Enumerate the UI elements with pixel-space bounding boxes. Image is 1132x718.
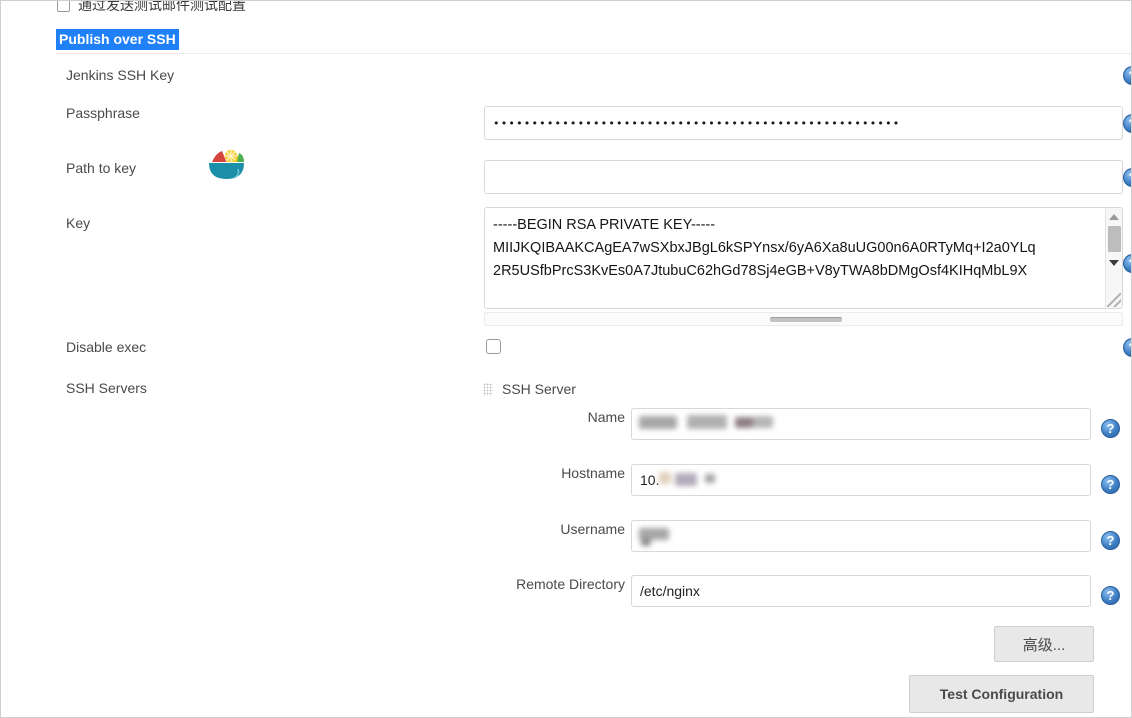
- help-icon-hostname[interactable]: ?: [1101, 475, 1120, 494]
- help-icon[interactable]: ?: [1123, 114, 1131, 133]
- ssh-server-hostname-label: Hostname: [561, 465, 625, 481]
- help-icon[interactable]: ?: [1123, 168, 1131, 187]
- page-title: Publish over SSH: [56, 29, 179, 50]
- test-config-by-email-checkbox[interactable]: [57, 1, 70, 12]
- passphrase-label: Passphrase: [66, 105, 140, 121]
- ssh-server-remote-directory-label: Remote Directory: [516, 576, 625, 592]
- scroll-up-arrow-icon[interactable]: [1109, 214, 1119, 220]
- help-icon-name[interactable]: ?: [1101, 419, 1120, 438]
- publish-over-ssh-config-page: 通过发送测试邮件测试配置 Publish over SSH Jenkins SS…: [0, 0, 1132, 718]
- scroll-down-arrow-icon[interactable]: [1109, 260, 1119, 266]
- advanced-button[interactable]: 高级...: [994, 626, 1094, 662]
- help-icon-remote-directory[interactable]: ?: [1101, 586, 1120, 605]
- key-horizontal-scrollbar[interactable]: [484, 312, 1123, 326]
- ssh-server-panel-header: SSH Server: [483, 381, 576, 397]
- test-config-by-email-row[interactable]: 通过发送测试邮件测试配置: [57, 0, 246, 15]
- help-icon-jenkins-ssh-key-clip[interactable]: ?: [1123, 66, 1131, 86]
- help-icon[interactable]: ?: [1123, 338, 1131, 357]
- help-icon-username[interactable]: ?: [1101, 531, 1120, 550]
- horizontal-scrollbar-thumb[interactable]: [770, 317, 842, 322]
- ssh-server-username-input[interactable]: [631, 520, 1091, 552]
- ssh-server-username-label: Username: [560, 521, 625, 537]
- disable-exec-label: Disable exec: [66, 339, 147, 355]
- path-to-key-label: Path to key: [66, 160, 137, 176]
- ssh-server-hostname-input[interactable]: [631, 464, 1091, 496]
- drag-grip-icon[interactable]: [483, 382, 493, 396]
- help-icon[interactable]: ?: [1123, 66, 1131, 85]
- key-textarea-wrapper[interactable]: -----BEGIN RSA PRIVATE KEY----- MIIJKQIB…: [484, 207, 1123, 309]
- ssh-server-panel-title: SSH Server: [502, 381, 576, 397]
- help-icon-path-to-key-clip[interactable]: ?: [1123, 168, 1131, 188]
- jenkins-ssh-key-label: Jenkins SSH Key: [66, 67, 175, 83]
- ssh-server-remote-directory-input[interactable]: [631, 575, 1091, 607]
- section-divider: [56, 53, 1131, 54]
- scrollbar-thumb[interactable]: [1108, 226, 1121, 252]
- passphrase-input[interactable]: [484, 106, 1123, 140]
- key-textarea[interactable]: -----BEGIN RSA PRIVATE KEY----- MIIJKQIB…: [485, 208, 1091, 308]
- test-configuration-button[interactable]: Test Configuration: [909, 675, 1094, 713]
- bowl-icon: [204, 142, 249, 187]
- help-icon-disable-exec-clip[interactable]: ?: [1123, 338, 1131, 358]
- ssh-servers-label: SSH Servers: [66, 380, 147, 396]
- help-icon-key-clip[interactable]: ?: [1123, 254, 1131, 274]
- help-icon[interactable]: ?: [1123, 254, 1131, 273]
- textarea-resize-grip[interactable]: [1107, 293, 1121, 307]
- ssh-server-name-input[interactable]: [631, 408, 1091, 440]
- help-icon-passphrase-clip[interactable]: ?: [1123, 114, 1131, 134]
- ssh-server-name-label: Name: [587, 409, 625, 425]
- disable-exec-checkbox[interactable]: [486, 339, 501, 354]
- path-to-key-input[interactable]: [484, 160, 1123, 194]
- key-label: Key: [66, 215, 91, 231]
- test-config-by-email-label: 通过发送测试邮件测试配置: [78, 0, 246, 13]
